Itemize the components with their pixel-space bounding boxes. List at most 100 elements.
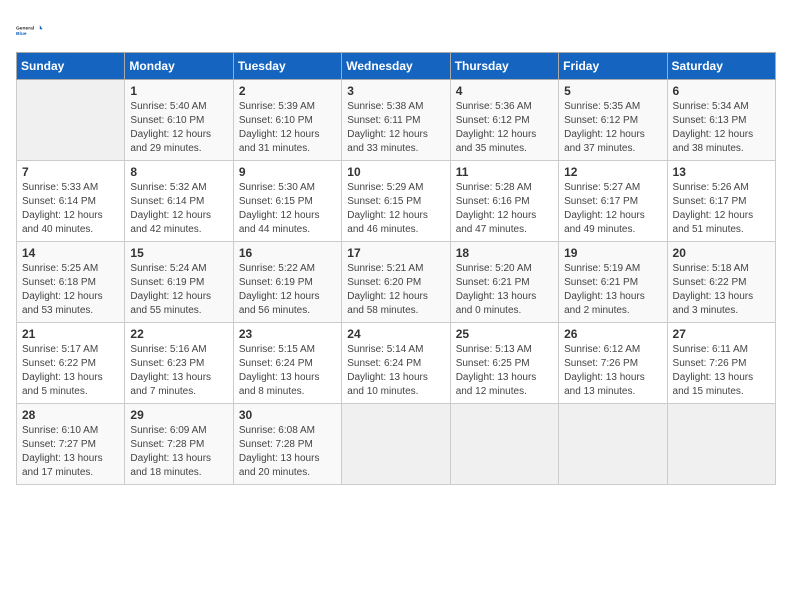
day-info: Sunrise: 5:16 AMSunset: 6:23 PMDaylight:… — [130, 343, 227, 399]
day-info: Sunrise: 5:21 AMSunset: 6:20 PMDaylight:… — [347, 262, 444, 318]
weekday-header-saturday: Saturday — [667, 53, 775, 80]
day-number: 23 — [239, 327, 336, 341]
day-info: Sunrise: 6:11 AMSunset: 7:26 PMDaylight:… — [673, 343, 770, 399]
calendar-cell: 8 Sunrise: 5:32 AMSunset: 6:14 PMDayligh… — [125, 161, 233, 242]
svg-text:General: General — [16, 25, 35, 31]
day-number: 19 — [564, 246, 661, 260]
day-number: 22 — [130, 327, 227, 341]
day-number: 12 — [564, 165, 661, 179]
calendar-cell: 16 Sunrise: 5:22 AMSunset: 6:19 PMDaylig… — [233, 242, 341, 323]
weekday-header-monday: Monday — [125, 53, 233, 80]
day-number: 8 — [130, 165, 227, 179]
day-info: Sunrise: 5:39 AMSunset: 6:10 PMDaylight:… — [239, 100, 336, 156]
page-header: GeneralBlue — [16, 16, 776, 44]
calendar-cell: 10 Sunrise: 5:29 AMSunset: 6:15 PMDaylig… — [342, 161, 450, 242]
day-number: 4 — [456, 84, 553, 98]
day-info: Sunrise: 5:14 AMSunset: 6:24 PMDaylight:… — [347, 343, 444, 399]
day-number: 18 — [456, 246, 553, 260]
day-info: Sunrise: 5:34 AMSunset: 6:13 PMDaylight:… — [673, 100, 770, 156]
day-info: Sunrise: 5:33 AMSunset: 6:14 PMDaylight:… — [22, 181, 119, 237]
day-number: 1 — [130, 84, 227, 98]
calendar-cell: 9 Sunrise: 5:30 AMSunset: 6:15 PMDayligh… — [233, 161, 341, 242]
day-number: 20 — [673, 246, 770, 260]
calendar-cell: 22 Sunrise: 5:16 AMSunset: 6:23 PMDaylig… — [125, 323, 233, 404]
calendar-cell — [17, 80, 125, 161]
calendar-cell: 28 Sunrise: 6:10 AMSunset: 7:27 PMDaylig… — [17, 404, 125, 485]
calendar-week-3: 14 Sunrise: 5:25 AMSunset: 6:18 PMDaylig… — [17, 242, 776, 323]
day-info: Sunrise: 5:36 AMSunset: 6:12 PMDaylight:… — [456, 100, 553, 156]
calendar-week-4: 21 Sunrise: 5:17 AMSunset: 6:22 PMDaylig… — [17, 323, 776, 404]
day-number: 30 — [239, 408, 336, 422]
day-info: Sunrise: 6:09 AMSunset: 7:28 PMDaylight:… — [130, 424, 227, 480]
calendar-cell: 15 Sunrise: 5:24 AMSunset: 6:19 PMDaylig… — [125, 242, 233, 323]
calendar-cell: 5 Sunrise: 5:35 AMSunset: 6:12 PMDayligh… — [559, 80, 667, 161]
calendar-cell: 1 Sunrise: 5:40 AMSunset: 6:10 PMDayligh… — [125, 80, 233, 161]
calendar-week-1: 1 Sunrise: 5:40 AMSunset: 6:10 PMDayligh… — [17, 80, 776, 161]
day-info: Sunrise: 5:17 AMSunset: 6:22 PMDaylight:… — [22, 343, 119, 399]
calendar-cell — [559, 404, 667, 485]
calendar-cell: 19 Sunrise: 5:19 AMSunset: 6:21 PMDaylig… — [559, 242, 667, 323]
weekday-header-tuesday: Tuesday — [233, 53, 341, 80]
calendar-cell — [667, 404, 775, 485]
day-number: 25 — [456, 327, 553, 341]
day-info: Sunrise: 6:12 AMSunset: 7:26 PMDaylight:… — [564, 343, 661, 399]
day-number: 27 — [673, 327, 770, 341]
day-number: 28 — [22, 408, 119, 422]
calendar-cell: 23 Sunrise: 5:15 AMSunset: 6:24 PMDaylig… — [233, 323, 341, 404]
calendar-cell: 11 Sunrise: 5:28 AMSunset: 6:16 PMDaylig… — [450, 161, 558, 242]
weekday-header-friday: Friday — [559, 53, 667, 80]
calendar-week-5: 28 Sunrise: 6:10 AMSunset: 7:27 PMDaylig… — [17, 404, 776, 485]
day-number: 24 — [347, 327, 444, 341]
day-number: 29 — [130, 408, 227, 422]
day-info: Sunrise: 5:19 AMSunset: 6:21 PMDaylight:… — [564, 262, 661, 318]
calendar-cell: 30 Sunrise: 6:08 AMSunset: 7:28 PMDaylig… — [233, 404, 341, 485]
day-info: Sunrise: 5:27 AMSunset: 6:17 PMDaylight:… — [564, 181, 661, 237]
calendar-cell: 17 Sunrise: 5:21 AMSunset: 6:20 PMDaylig… — [342, 242, 450, 323]
calendar-cell: 6 Sunrise: 5:34 AMSunset: 6:13 PMDayligh… — [667, 80, 775, 161]
day-number: 26 — [564, 327, 661, 341]
logo-icon: GeneralBlue — [16, 16, 44, 44]
day-info: Sunrise: 5:26 AMSunset: 6:17 PMDaylight:… — [673, 181, 770, 237]
calendar-cell: 18 Sunrise: 5:20 AMSunset: 6:21 PMDaylig… — [450, 242, 558, 323]
day-info: Sunrise: 5:15 AMSunset: 6:24 PMDaylight:… — [239, 343, 336, 399]
day-number: 7 — [22, 165, 119, 179]
calendar-cell: 7 Sunrise: 5:33 AMSunset: 6:14 PMDayligh… — [17, 161, 125, 242]
day-info: Sunrise: 5:28 AMSunset: 6:16 PMDaylight:… — [456, 181, 553, 237]
calendar-cell: 29 Sunrise: 6:09 AMSunset: 7:28 PMDaylig… — [125, 404, 233, 485]
logo: GeneralBlue — [16, 16, 44, 44]
day-number: 16 — [239, 246, 336, 260]
day-number: 21 — [22, 327, 119, 341]
calendar-cell — [450, 404, 558, 485]
day-number: 13 — [673, 165, 770, 179]
svg-text:Blue: Blue — [16, 31, 27, 37]
calendar-cell: 21 Sunrise: 5:17 AMSunset: 6:22 PMDaylig… — [17, 323, 125, 404]
day-number: 17 — [347, 246, 444, 260]
calendar-cell: 4 Sunrise: 5:36 AMSunset: 6:12 PMDayligh… — [450, 80, 558, 161]
calendar-cell: 14 Sunrise: 5:25 AMSunset: 6:18 PMDaylig… — [17, 242, 125, 323]
weekday-header-row: SundayMondayTuesdayWednesdayThursdayFrid… — [17, 53, 776, 80]
day-number: 9 — [239, 165, 336, 179]
day-info: Sunrise: 5:29 AMSunset: 6:15 PMDaylight:… — [347, 181, 444, 237]
day-info: Sunrise: 5:24 AMSunset: 6:19 PMDaylight:… — [130, 262, 227, 318]
day-info: Sunrise: 5:30 AMSunset: 6:15 PMDaylight:… — [239, 181, 336, 237]
calendar-cell: 26 Sunrise: 6:12 AMSunset: 7:26 PMDaylig… — [559, 323, 667, 404]
calendar-cell: 13 Sunrise: 5:26 AMSunset: 6:17 PMDaylig… — [667, 161, 775, 242]
weekday-header-wednesday: Wednesday — [342, 53, 450, 80]
day-number: 6 — [673, 84, 770, 98]
day-info: Sunrise: 5:18 AMSunset: 6:22 PMDaylight:… — [673, 262, 770, 318]
calendar-cell: 25 Sunrise: 5:13 AMSunset: 6:25 PMDaylig… — [450, 323, 558, 404]
day-info: Sunrise: 6:10 AMSunset: 7:27 PMDaylight:… — [22, 424, 119, 480]
day-number: 3 — [347, 84, 444, 98]
day-info: Sunrise: 5:35 AMSunset: 6:12 PMDaylight:… — [564, 100, 661, 156]
day-info: Sunrise: 5:22 AMSunset: 6:19 PMDaylight:… — [239, 262, 336, 318]
day-info: Sunrise: 5:40 AMSunset: 6:10 PMDaylight:… — [130, 100, 227, 156]
weekday-header-sunday: Sunday — [17, 53, 125, 80]
day-info: Sunrise: 5:25 AMSunset: 6:18 PMDaylight:… — [22, 262, 119, 318]
calendar-cell: 3 Sunrise: 5:38 AMSunset: 6:11 PMDayligh… — [342, 80, 450, 161]
day-info: Sunrise: 5:20 AMSunset: 6:21 PMDaylight:… — [456, 262, 553, 318]
weekday-header-thursday: Thursday — [450, 53, 558, 80]
day-number: 11 — [456, 165, 553, 179]
day-info: Sunrise: 5:38 AMSunset: 6:11 PMDaylight:… — [347, 100, 444, 156]
day-number: 10 — [347, 165, 444, 179]
calendar-cell: 20 Sunrise: 5:18 AMSunset: 6:22 PMDaylig… — [667, 242, 775, 323]
